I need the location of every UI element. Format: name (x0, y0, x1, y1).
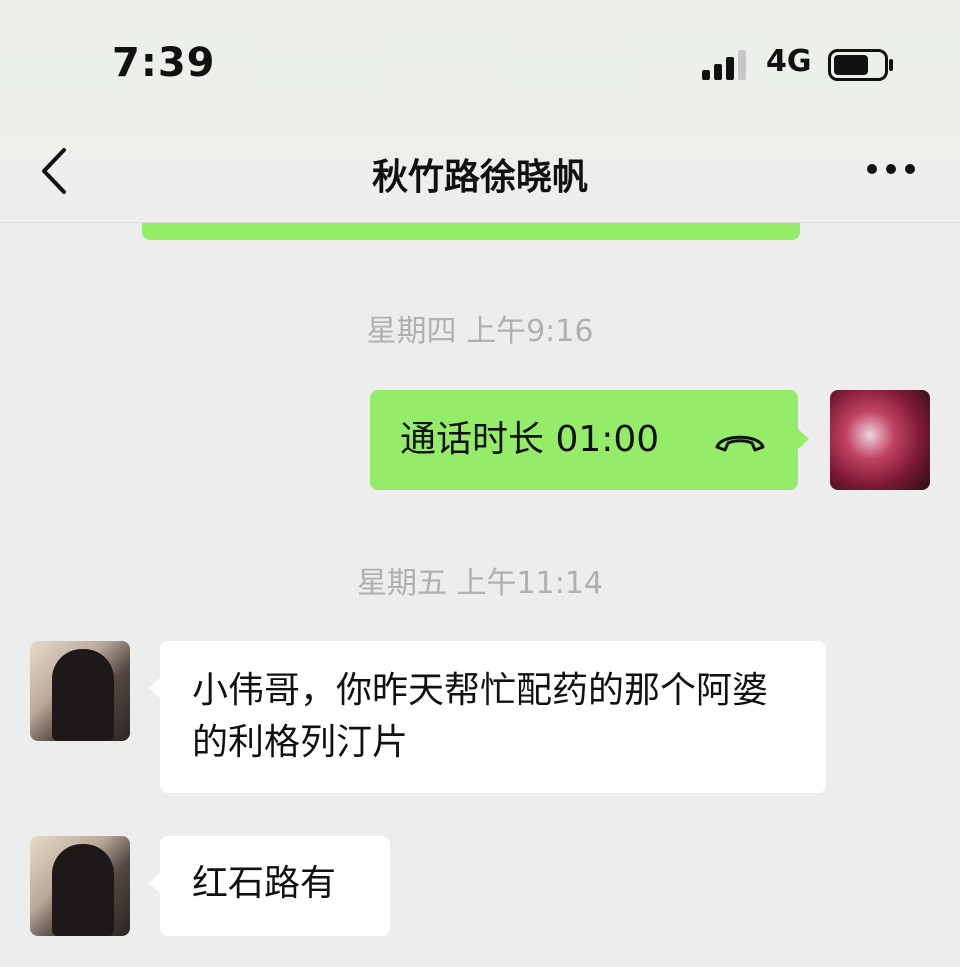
avatar-figure (52, 844, 114, 936)
timestamp: 星期四 上午9:16 (366, 314, 594, 349)
network-type: 4G (766, 44, 812, 79)
message-bubble[interactable]: 红石路有 (149, 836, 390, 936)
message-text: 小伟哥，你昨天帮忙配药的那个阿婆的利格列汀片 (192, 670, 769, 763)
timestamp: 星期五 上午11:14 (357, 566, 603, 601)
more-icon[interactable] (864, 158, 918, 180)
chat-title: 秋竹路徐晓帆 (371, 157, 588, 198)
self-avatar[interactable] (830, 390, 930, 490)
friend-avatar[interactable] (30, 836, 130, 936)
status-time: 7:39 (112, 40, 216, 86)
message-bubble[interactable]: 小伟哥，你昨天帮忙配药的那个阿婆的利格列汀片 (149, 641, 826, 793)
call-duration-text: 通话时长 01:00 (400, 419, 660, 460)
avatar-figure (52, 649, 114, 741)
phone-hangup-icon (715, 435, 765, 452)
top-bar: 7:39 4G 秋竹路徐晓帆 (0, 0, 960, 223)
message-text: 红石路有 (192, 863, 337, 904)
signal-icon (702, 50, 746, 80)
battery-icon (828, 49, 893, 81)
friend-avatar[interactable] (30, 641, 130, 741)
